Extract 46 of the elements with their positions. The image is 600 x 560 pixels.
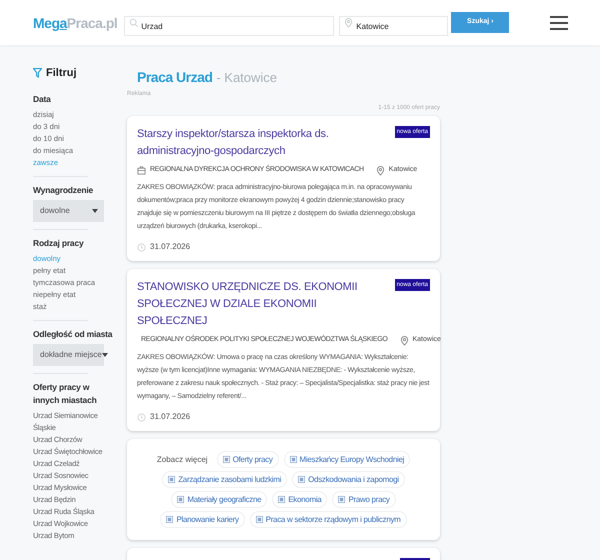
tag-link[interactable]: Oferty pracy (216, 451, 279, 468)
tag-icon (222, 456, 230, 463)
tag-icon (256, 516, 263, 523)
tag-link[interactable]: Materiały geograficzne (171, 491, 268, 508)
filter-section-title: Oferty pracy w innych miastach (33, 380, 98, 406)
filter-section-title: Rodzaj pracy (33, 236, 85, 250)
tag-link[interactable]: Ekonomia (272, 491, 328, 508)
filter-icon (33, 68, 42, 78)
menu-icon[interactable] (550, 16, 568, 30)
tag-icon (177, 496, 184, 503)
job-title[interactable]: STANOWISKO URZĘDNICZE DS. EKONOMII SPOŁECZNEJ W DZIALE EKONOMII SPOŁECZNEJ (137, 279, 367, 330)
see-more-label: Zobacz więcej (156, 454, 208, 466)
heading-location: - Katowice (216, 70, 278, 85)
location-pin-icon (376, 165, 385, 176)
tag-icon (290, 456, 297, 463)
location-pin-icon (344, 16, 354, 28)
location-field[interactable]: Katowice (339, 16, 448, 36)
tag-link[interactable]: Odszkodowania i zapomogi (292, 471, 405, 488)
filter-section-title: Wynagrodzenie (33, 184, 94, 196)
job-title[interactable]: Starszy inspektor/starsza inspektorka ds. administracyjno-gospodarczych (137, 126, 367, 160)
logo[interactable]: MegaPraca.pl (33, 12, 118, 32)
dropdown-caret-icon (102, 352, 108, 356)
search-icon (129, 18, 140, 28)
job-date: 31.07.2026 (150, 411, 190, 423)
filter-section-title: Data (33, 92, 52, 106)
search-field[interactable]: Urzad (124, 16, 334, 36)
location-pin-icon (400, 335, 408, 346)
tag-link[interactable]: Planowanie kariery (160, 511, 245, 528)
clock-icon (137, 242, 146, 252)
dropdown-caret-icon (92, 208, 98, 212)
tag-icon (278, 496, 286, 503)
select-dropdown[interactable]: dowolne (33, 200, 104, 222)
page-heading: Praca Urzad (137, 69, 212, 85)
tag-icon (338, 496, 346, 503)
tag-link[interactable]: Mieszkańcy Europy Wschodniej (284, 451, 410, 468)
building-icon (137, 166, 146, 175)
tag-icon (166, 516, 174, 523)
tag-icon (168, 476, 176, 483)
tag-link[interactable]: Zarządzanie zasobami ludzkimi (162, 471, 288, 488)
filter-section-title: Odległość od miasta (33, 328, 113, 340)
tag-icon (298, 476, 306, 483)
clock-icon (137, 412, 146, 422)
tag-link[interactable]: Prawo pracy (332, 491, 396, 508)
tag-link[interactable]: Praca w sektorze rządowym i publicznym (250, 511, 407, 528)
filter-heading: Filtruj (46, 66, 77, 81)
job-date: 31.07.2026 (150, 241, 190, 253)
